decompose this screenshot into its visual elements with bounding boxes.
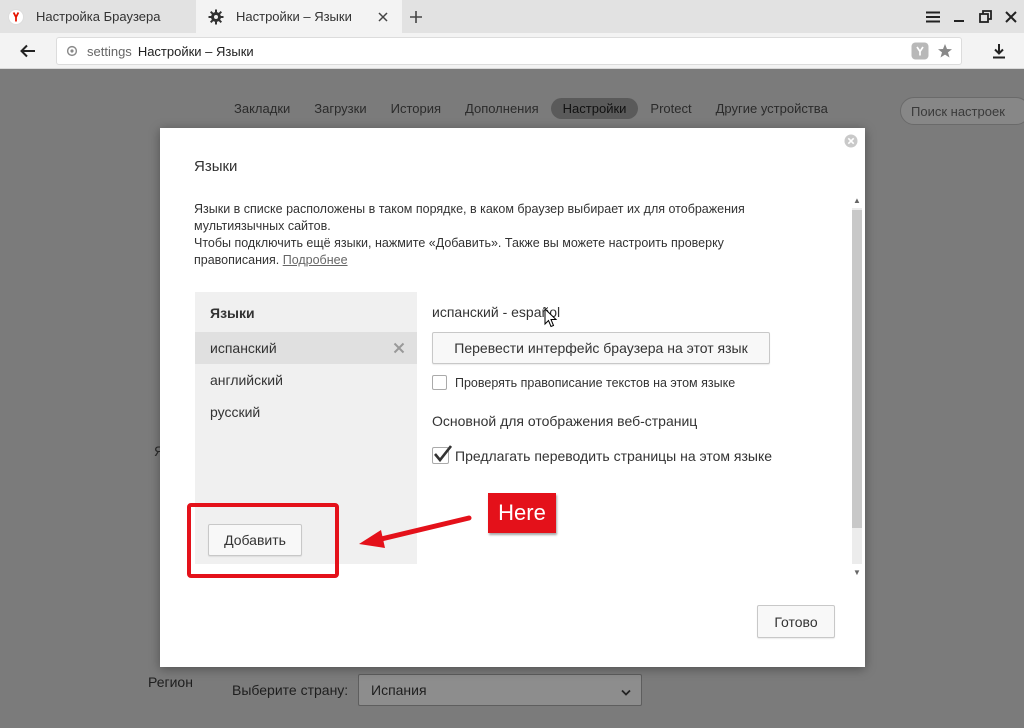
nav-extensions[interactable]: Дополнения [453,98,551,119]
language-item-english[interactable]: английский [195,364,417,396]
toolbar: settings Настройки – Языки [0,33,1024,69]
nav-downloads[interactable]: Загрузки [302,98,378,119]
settings-gear-icon [65,44,79,58]
language-item-label: испанский [210,340,277,356]
nav-history[interactable]: История [379,98,453,119]
spellcheck-checkbox[interactable] [432,375,447,390]
language-item-label: русский [210,404,261,420]
country-label: Выберите страну: [232,682,349,698]
new-tab-plus-icon[interactable] [404,5,428,29]
done-button[interactable]: Готово [757,605,835,638]
mouse-cursor-icon [544,308,558,328]
dialog-close-icon[interactable] [844,134,858,148]
offer-translate-option[interactable]: Предлагать переводить страницы на этом я… [432,445,773,464]
tab-label: Настройка Браузера [36,9,161,24]
nav-other-devices[interactable]: Другие устройства [704,98,840,119]
translate-interface-button[interactable]: Перевести интерфейс браузера на этот язы… [432,332,770,364]
chevron-down-icon [621,684,631,700]
bookmark-star-icon[interactable] [937,43,953,62]
yandex-logo-icon [8,8,24,25]
language-list-header: Языки [210,305,255,321]
dialog-title: Языки [194,158,238,175]
omnibox-actions [911,42,953,63]
restore-icon[interactable] [972,0,998,33]
nav-bookmarks[interactable]: Закладки [222,98,302,119]
tab-close-icon[interactable] [372,6,394,28]
spellcheck-option[interactable]: Проверять правописание текстов на этом я… [432,375,735,390]
minimize-icon[interactable] [946,0,972,33]
description-line-2: Чтобы подключить ещё языки, нажмите «Доб… [194,236,724,267]
menu-hamburger-icon[interactable] [920,0,946,33]
address-scheme: settings [87,43,132,59]
selected-language-name: испанский - español [432,304,561,320]
annotation-here-label: Here [488,493,556,533]
country-value: Испания [371,682,427,698]
settings-search-input[interactable]: Поиск настроек [900,97,1024,125]
back-arrow-icon[interactable] [14,38,42,64]
primary-language-label: Основной для отображения веб-страниц [432,413,698,429]
spellcheck-label: Проверять правописание текстов на этом я… [455,375,736,390]
dialog-scrollbar[interactable]: ▲ ▼ [850,194,864,578]
more-info-link[interactable]: Подробнее [283,253,348,267]
offer-translate-label: Предлагать переводить страницы на этом я… [455,447,773,464]
checkmark-icon [434,445,452,463]
address-bar[interactable]: settings Настройки – Языки [56,37,962,65]
gear-icon [208,9,224,25]
tab-settings-languages[interactable]: Настройки – Языки [196,0,402,33]
protect-shield-icon[interactable] [911,42,929,63]
language-item-russian[interactable]: русский [195,396,417,428]
window-controls [920,0,1024,33]
language-item-label: английский [210,372,283,388]
address-title: Настройки – Языки [137,43,254,59]
offer-translate-checkbox[interactable] [432,445,452,464]
language-item-spanish[interactable]: испанский [195,332,417,364]
country-select[interactable]: Испания [358,674,642,706]
scroll-down-arrow-icon[interactable]: ▼ [852,566,862,578]
nav-settings[interactable]: Настройки [550,98,639,119]
region-label: Регион [148,674,193,690]
tab-browser-setup[interactable]: Настройка Браузера [0,0,196,33]
dialog-description: Языки в списке расположены в таком поряд… [194,201,794,269]
scroll-up-arrow-icon[interactable]: ▲ [852,194,862,206]
close-window-icon[interactable] [998,0,1024,33]
settings-nav: Закладки Загрузки История Дополнения Нас… [222,98,840,119]
tab-label: Настройки – Языки [236,9,352,24]
languages-dialog: Языки Языки в списке расположены в таком… [160,128,865,667]
annotation-arrow-icon [359,515,472,548]
scroll-thumb[interactable] [852,210,862,528]
description-line-1: Языки в списке расположены в таком поряд… [194,202,745,233]
tab-bar: Настройка Браузера Настройки – Языки [0,0,1024,33]
annotation-highlight-box [187,503,339,578]
remove-language-icon[interactable] [393,341,405,354]
nav-protect[interactable]: Protect [638,98,703,119]
download-icon[interactable] [986,39,1012,63]
